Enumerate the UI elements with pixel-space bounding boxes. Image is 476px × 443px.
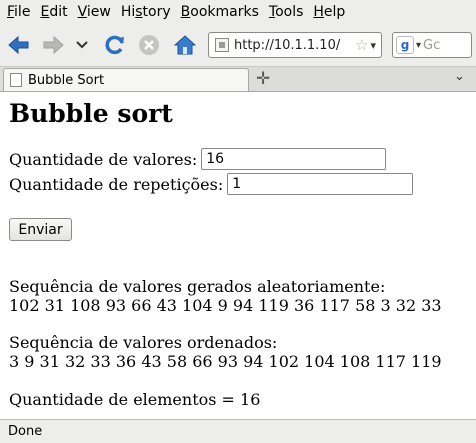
url-bar[interactable]: http://10.1.1.10/ ☆ ▾ [208, 32, 382, 58]
reload-icon [105, 35, 124, 55]
menu-edit[interactable]: Edit [34, 4, 67, 20]
random-heading: Sequência de valores gerados aleatoriame… [9, 277, 386, 296]
star-icon[interactable]: ☆ [355, 36, 368, 54]
submit-button[interactable]: Enviar [9, 218, 72, 241]
sorted-values: 3 9 31 32 33 36 43 58 66 93 94 102 104 1… [9, 352, 442, 371]
sorted-sequence: Sequência de valores ordenados: 3 9 31 3… [9, 333, 442, 371]
home-icon [174, 35, 196, 55]
menu-tools[interactable]: Tools [263, 4, 304, 20]
home-button[interactable] [172, 32, 198, 58]
forward-arrow-icon [43, 35, 64, 55]
history-dropdown-icon [76, 41, 88, 49]
navigation-toolbar: http://10.1.1.10/ ☆ ▾ g ▾ Gc [0, 24, 476, 67]
page-content: Bubble sort Quantidade de valores: Quant… [0, 92, 476, 418]
sorted-heading: Sequência de valores ordenados: [9, 333, 278, 352]
url-dropdown-icon[interactable]: ▾ [370, 39, 376, 52]
stop-icon [139, 35, 159, 55]
menu-bar: File Edit View History Bookmarks Tools H… [0, 0, 476, 24]
tab-bubble-sort[interactable]: Bubble Sort [3, 68, 249, 91]
url-text[interactable]: http://10.1.1.10/ [234, 38, 355, 53]
menu-help[interactable]: Help [307, 4, 345, 20]
menu-file[interactable]: File [0, 4, 30, 20]
random-sequence: Sequência de valores gerados aleatoriame… [9, 277, 442, 315]
back-button[interactable] [6, 32, 32, 58]
quantity-label: Quantidade de valores: [9, 149, 198, 169]
search-engine-dropdown-icon[interactable]: ▾ [416, 40, 421, 51]
search-bar[interactable]: g ▾ Gc [392, 32, 472, 58]
new-tab-icon[interactable]: ✛ [256, 69, 270, 89]
site-identity-icon[interactable] [215, 38, 229, 52]
quantity-row: Quantidade de valores: [9, 148, 387, 170]
status-text: Done [8, 424, 43, 439]
random-values: 102 31 108 93 66 43 104 9 94 119 36 117 … [9, 296, 442, 315]
reload-button[interactable] [102, 32, 128, 58]
quantity-input[interactable] [201, 148, 387, 170]
repetitions-row: Quantidade de repetições: [9, 173, 414, 195]
status-bar: Done [0, 419, 476, 443]
tab-bar: Bubble Sort ✛ ⌄ [0, 67, 476, 92]
page-title: Bubble sort [9, 99, 173, 128]
page-icon [10, 73, 22, 87]
search-input[interactable]: Gc [423, 38, 440, 53]
element-count: Quantidade de elementos = 16 [9, 390, 261, 409]
forward-button[interactable] [40, 32, 66, 58]
menu-view[interactable]: View [72, 4, 111, 20]
history-dropdown-button[interactable] [72, 32, 92, 58]
tab-title: Bubble Sort [28, 72, 105, 88]
back-arrow-icon [8, 35, 29, 55]
menu-history[interactable]: History [115, 4, 171, 20]
repetitions-input[interactable] [227, 173, 414, 195]
tab-list-chevron-icon[interactable]: ⌄ [454, 69, 465, 84]
menu-bookmarks[interactable]: Bookmarks [175, 4, 259, 20]
repetitions-label: Quantidade de repetições: [9, 174, 224, 194]
google-icon[interactable]: g [396, 36, 414, 54]
stop-button[interactable] [136, 32, 162, 58]
